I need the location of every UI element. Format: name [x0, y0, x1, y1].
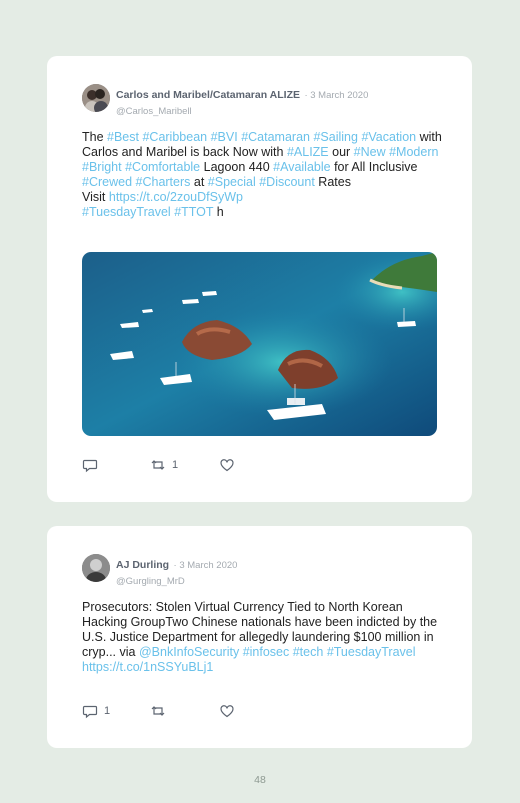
hashtag-link[interactable]: #Best: [107, 130, 139, 144]
hashtag-link[interactable]: #New: [354, 145, 386, 159]
hashtag-link[interactable]: #Comfortable: [125, 160, 200, 174]
hashtag-link[interactable]: #tech: [293, 645, 324, 659]
tweet-photo[interactable]: [82, 252, 437, 436]
tweet-text: The #Best #Caribbean #BVI #Catamaran #Sa…: [82, 130, 444, 220]
hashtag-link[interactable]: #Catamaran: [241, 130, 310, 144]
hashtag-link[interactable]: #Sailing: [313, 130, 357, 144]
page-number: 48: [254, 774, 266, 786]
like-button[interactable]: [219, 457, 241, 473]
tweet-link[interactable]: https://t.co/2zouDfSyWp: [109, 190, 243, 204]
like-button[interactable]: [219, 703, 241, 719]
tweet-date: · 3 March 2020: [173, 560, 238, 571]
retweet-button[interactable]: [150, 703, 172, 719]
reply-count: 1: [104, 705, 111, 717]
tweet-text-segment: our: [328, 145, 354, 159]
hashtag-link[interactable]: #Charters: [136, 175, 191, 189]
tweet-card: AJ Durling · 3 March 2020 @Gurgling_MrD …: [47, 526, 472, 748]
author-name[interactable]: AJ Durling: [116, 559, 169, 571]
reply-icon: [82, 705, 98, 719]
hashtag-link[interactable]: #Discount: [259, 175, 315, 189]
avatar[interactable]: [82, 84, 110, 112]
like-icon: [220, 459, 234, 472]
tweet-card: Carlos and Maribel/Catamaran ALIZE · 3 M…: [47, 56, 472, 502]
hashtag-link[interactable]: #Special: [208, 175, 256, 189]
author-handle[interactable]: @Gurgling_MrD: [116, 576, 237, 587]
tweet-date: · 3 March 2020: [304, 90, 369, 101]
hashtag-link[interactable]: #TuesdayTravel: [327, 645, 416, 659]
hashtag-link[interactable]: #Vacation: [361, 130, 416, 144]
hashtag-link[interactable]: #Caribbean: [142, 130, 207, 144]
hashtag-link[interactable]: #Crewed: [82, 175, 132, 189]
reply-icon: [82, 459, 98, 473]
tweet-text-segment: h: [213, 205, 224, 219]
author-handle[interactable]: @Carlos_Maribell: [116, 106, 368, 117]
mention-link[interactable]: @BnkInfoSecurity: [139, 645, 239, 659]
retweet-count: 1: [172, 459, 179, 471]
tweet-text-segment: Lagoon 440: [200, 160, 274, 174]
tweet-link[interactable]: https://t.co/1nSSYuBLj1: [82, 660, 213, 674]
retweet-icon: [151, 706, 165, 716]
hashtag-link[interactable]: #Modern: [389, 145, 438, 159]
like-icon: [220, 705, 234, 718]
tweet-text-segment: at: [190, 175, 208, 189]
hashtag-link[interactable]: #ALIZE: [287, 145, 329, 159]
avatar[interactable]: [82, 554, 110, 582]
tweet-text: Prosecutors: Stolen Virtual Currency Tie…: [82, 600, 444, 675]
tweet-text-segment: Visit: [82, 190, 109, 204]
tweet-text-segment: The: [82, 130, 108, 144]
reply-button[interactable]: 1: [82, 703, 110, 719]
reply-button[interactable]: [82, 457, 104, 473]
hashtag-link[interactable]: #Bright: [82, 160, 122, 174]
author-name[interactable]: Carlos and Maribel/Catamaran ALIZE: [116, 89, 300, 101]
hashtag-link[interactable]: #BVI: [211, 130, 238, 144]
hashtag-link[interactable]: #infosec: [243, 645, 290, 659]
hashtag-link[interactable]: #Available: [273, 160, 330, 174]
retweet-icon: [151, 460, 165, 470]
tweet-text-segment: for All Inclusive: [330, 160, 418, 174]
retweet-button[interactable]: 1: [150, 457, 178, 473]
hashtag-link[interactable]: #TuesdayTravel: [82, 205, 171, 219]
tweet-text-segment: Rates: [314, 175, 351, 189]
hashtag-link[interactable]: #TTOT: [174, 205, 213, 219]
